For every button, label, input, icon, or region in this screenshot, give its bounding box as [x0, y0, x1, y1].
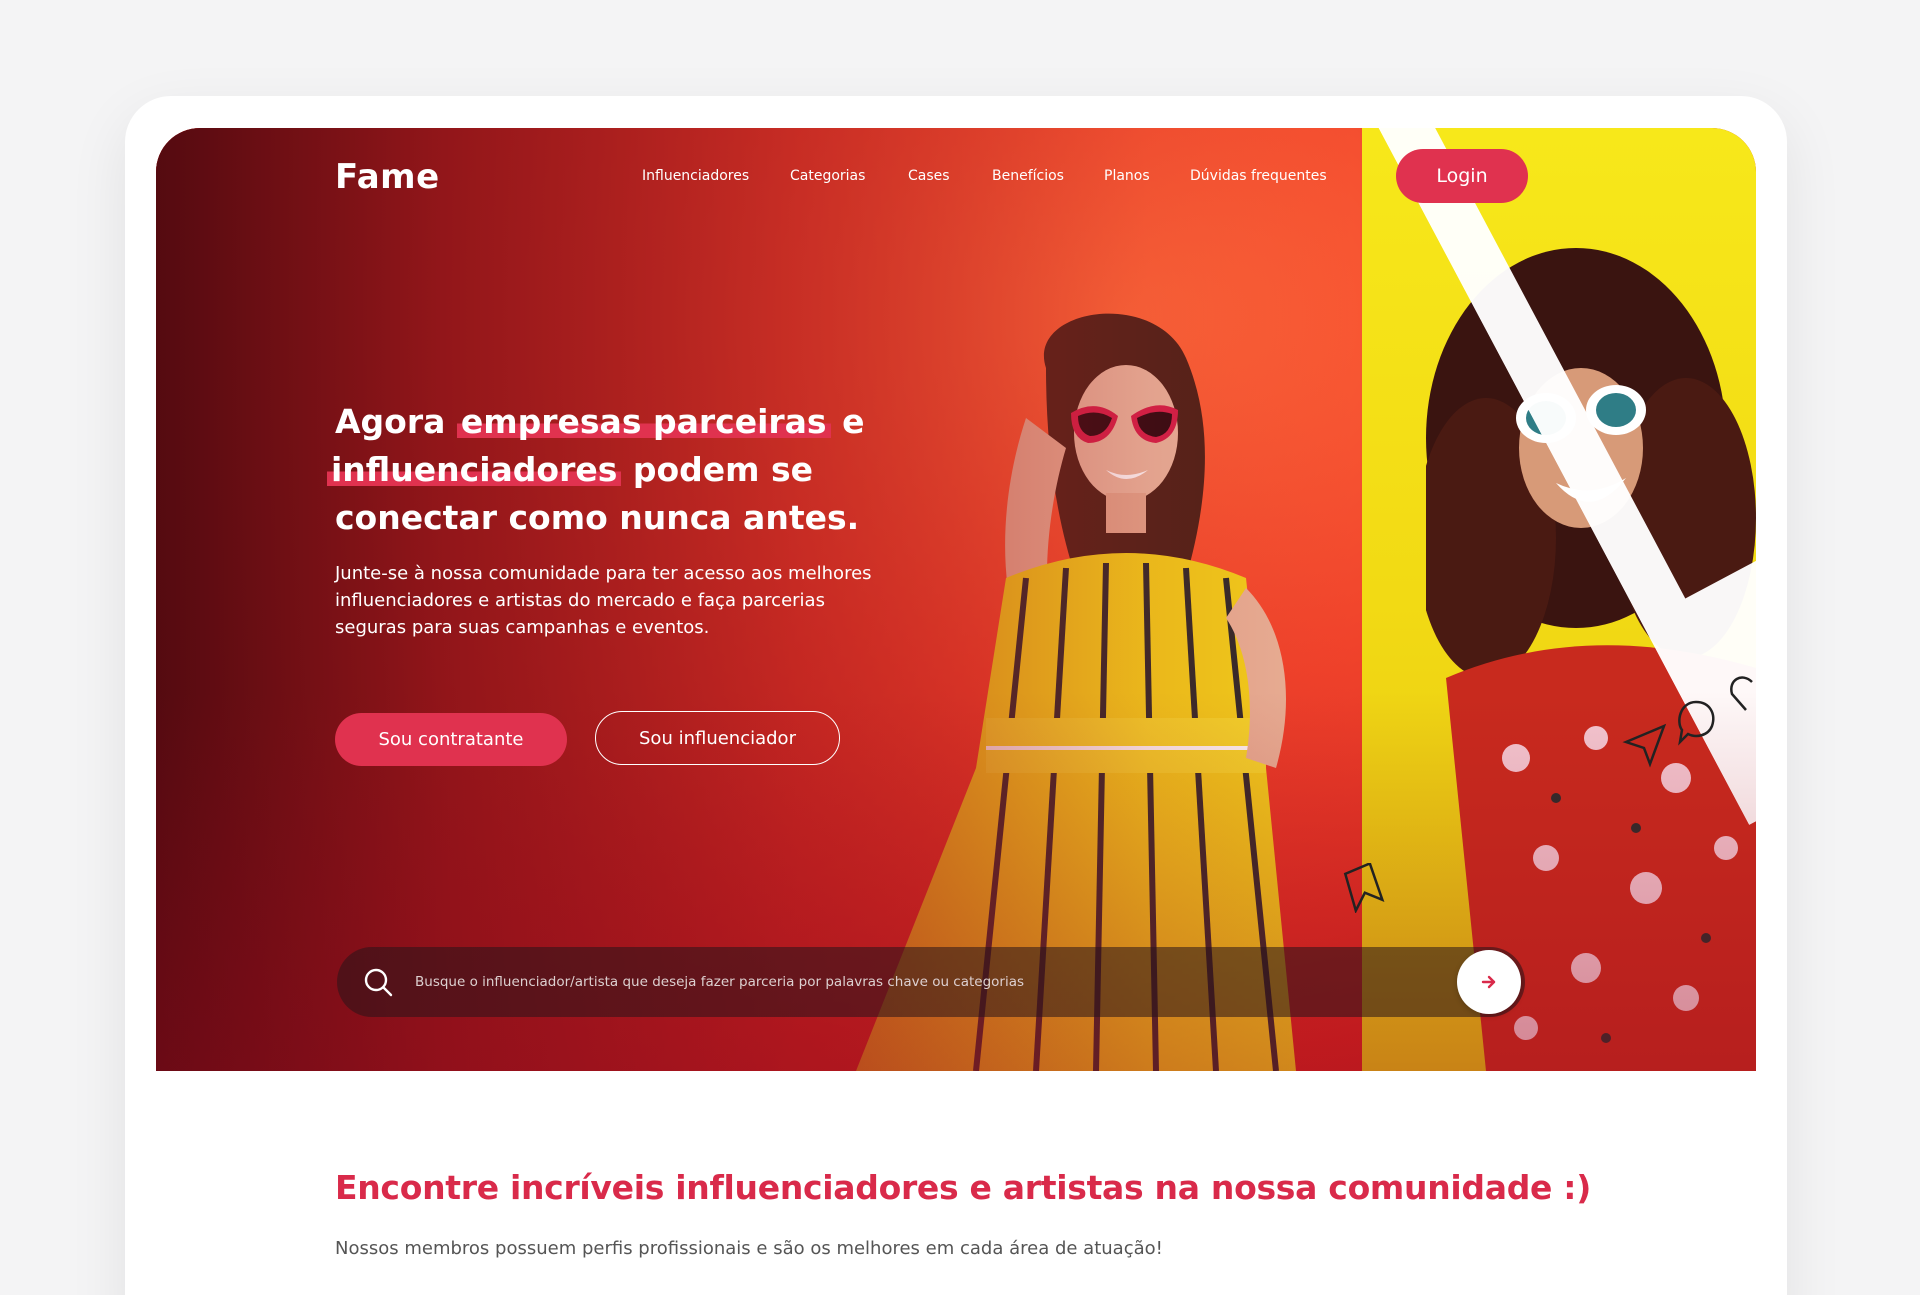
- nav-item-categorias[interactable]: Categorias: [790, 168, 865, 184]
- nav-item-cases[interactable]: Cases: [908, 168, 950, 184]
- heart-icon: [1730, 676, 1753, 711]
- headline-text-1: Agora: [335, 402, 457, 441]
- search-submit-button[interactable]: [1457, 950, 1521, 1014]
- headline-highlight-influenciadores: influenciadores: [327, 450, 622, 489]
- login-button[interactable]: Login: [1396, 149, 1528, 203]
- nav-item-influenciadores[interactable]: Influenciadores: [642, 168, 749, 184]
- bookmark-icon: [1343, 863, 1385, 913]
- hero-headline: Agora empresas parceiras e influenciador…: [327, 398, 955, 542]
- search-icon: [364, 968, 393, 997]
- community-section-subtitle: Nossos membros possuem perfis profission…: [335, 1238, 1163, 1259]
- nav-item-duvidas[interactable]: Dúvidas frequentes: [1190, 168, 1327, 184]
- nav-item-beneficios[interactable]: Benefícios: [992, 168, 1064, 184]
- send-icon: [1622, 723, 1667, 768]
- search-bar: [337, 947, 1525, 1017]
- arrow-right-icon: [1481, 975, 1496, 989]
- headline-highlight-empresas: empresas parceiras: [456, 402, 831, 441]
- community-section-title: Encontre incríveis influenciadores e art…: [335, 1168, 1591, 1207]
- nav-item-planos[interactable]: Planos: [1104, 168, 1150, 184]
- contratante-button[interactable]: Sou contratante: [335, 713, 567, 766]
- hero-subtext: Junte-se à nossa comunidade para ter ace…: [335, 563, 872, 638]
- brand-logo[interactable]: Fame: [335, 157, 440, 197]
- headline-text-2: e: [830, 402, 865, 441]
- comment-icon: [1678, 700, 1715, 746]
- search-input[interactable]: [415, 965, 1315, 999]
- influenciador-button[interactable]: Sou influenciador: [595, 711, 840, 765]
